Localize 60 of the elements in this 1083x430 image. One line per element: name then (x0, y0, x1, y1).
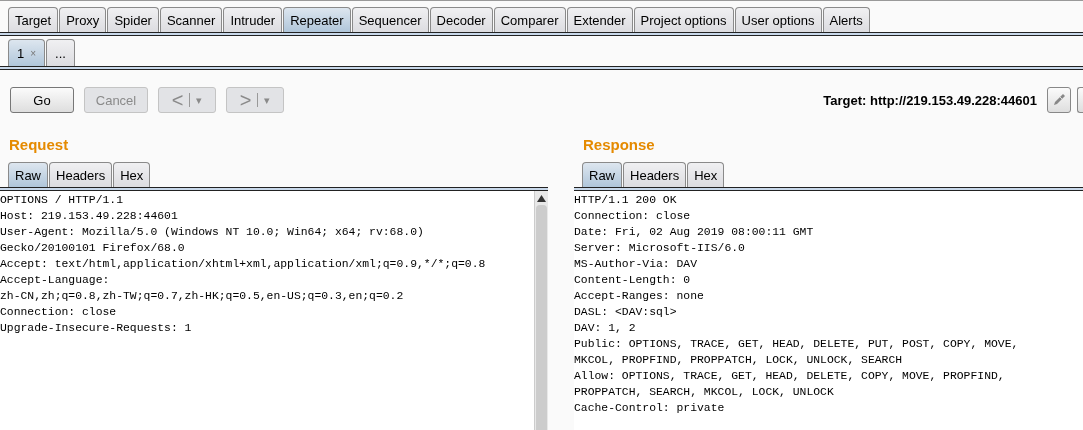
main-tab[interactable]: Proxy (59, 7, 107, 32)
view-tab[interactable]: Headers (623, 162, 687, 187)
main-tab[interactable]: Alerts (822, 7, 870, 32)
message-line: Server: Microsoft-IIS/6.0 (574, 241, 746, 256)
repeater-tab[interactable]: ... (46, 39, 75, 66)
toolbar-button[interactable] (1077, 87, 1083, 113)
message-line: MKCOL, PROPFIND, PROPPATCH, LOCK, UNLOCK, SEARCH (574, 353, 904, 368)
message-line: Upgrade-Insecure-Requests: 1 (0, 321, 193, 336)
view-tab[interactable]: Hex (687, 162, 725, 187)
message-line: PROPPATCH, SEARCH, MKCOL, LOCK, UNLOCK (574, 385, 835, 400)
message-line: Connection: close (0, 305, 118, 320)
main-tab[interactable]: Decoder (429, 7, 493, 32)
main-tab[interactable]: Sequencer (351, 7, 429, 32)
main-tab[interactable]: User options (734, 7, 822, 32)
message-line: DASL: <DAV:sql> (574, 305, 678, 320)
main-tab[interactable]: Scanner (159, 7, 223, 32)
main-tab[interactable]: Repeater (283, 7, 351, 32)
message-line: Connection: close (574, 209, 692, 224)
main-tab[interactable]: Extender (566, 7, 633, 32)
toolbar-button[interactable]: Go (10, 87, 74, 113)
scrollbar[interactable] (534, 191, 548, 430)
message-line: HTTP/1.1 200 OK (574, 193, 678, 208)
main-tab[interactable]: Spider (107, 7, 159, 32)
pane-title: Response (582, 135, 656, 155)
view-tab[interactable]: Raw (8, 162, 48, 187)
repeater-tab[interactable]: 1 × (8, 39, 46, 66)
arrow-text: < (171, 90, 184, 110)
message-line: Public: OPTIONS, TRACE, GET, HEAD, DELETE, PUT, POST, COPY, MOVE, (574, 337, 1020, 352)
message-line: Accept-Language: (0, 273, 111, 288)
message-line: User-Agent: Mozilla/5.0 (Windows NT 10.0; Win64; x64; rv:68.0) (0, 225, 425, 240)
main-tab[interactable]: Target (8, 7, 59, 32)
main-tab[interactable]: Project options (633, 7, 734, 32)
message-line: Accept: text/html,application/xhtml+xml,application/xml;q=0.9,*/*;q=0.8 (0, 257, 487, 272)
main-tab[interactable]: Intruder (223, 7, 283, 32)
view-tab[interactable]: Headers (49, 162, 113, 187)
main-tab[interactable]: Comparer (493, 7, 566, 32)
message-line: OPTIONS / HTTP/1.1 (0, 193, 125, 208)
message-line: Cache-Control: private (574, 401, 726, 416)
message-line: zh-CN,zh;q=0.8,zh-TW;q=0.7,zh-HK;q=0.5,en-US;q=0.3,en;q=0.2 (0, 289, 405, 304)
target-label: Target: http://219.153.49.228:44601 (823, 92, 1037, 108)
pane-title: Request (8, 135, 70, 155)
view-tab[interactable]: Hex (113, 162, 151, 187)
message-line: Host: 219.153.49.228:44601 (0, 209, 179, 224)
message-line: MS-Author-Via: DAV (574, 257, 699, 272)
pencil-icon (1051, 92, 1067, 108)
caret-icon: ▾ (196, 93, 203, 107)
arrow-text: > (239, 90, 252, 110)
tab-label: 1 (17, 45, 25, 61)
message-line: Content-Length: 0 (574, 273, 692, 288)
message-line: DAV: 1, 2 (574, 321, 637, 336)
scroll-up-icon[interactable] (537, 195, 546, 202)
scroll-thumb[interactable] (536, 205, 547, 430)
tab-label: ... (55, 45, 66, 61)
view-tab[interactable]: Raw (582, 162, 622, 187)
edit-button[interactable] (1047, 87, 1071, 113)
message-line: Accept-Ranges: none (574, 289, 705, 304)
message-line: Gecko/20100101 Firefox/68.0 (0, 241, 186, 256)
message-line: Allow: OPTIONS, TRACE, GET, HEAD, DELETE, COPY, MOVE, PROPFIND, (574, 369, 1006, 384)
message-line: Date: Fri, 02 Aug 2019 08:00:11 GMT (574, 225, 815, 240)
caret-icon: ▾ (264, 93, 271, 107)
